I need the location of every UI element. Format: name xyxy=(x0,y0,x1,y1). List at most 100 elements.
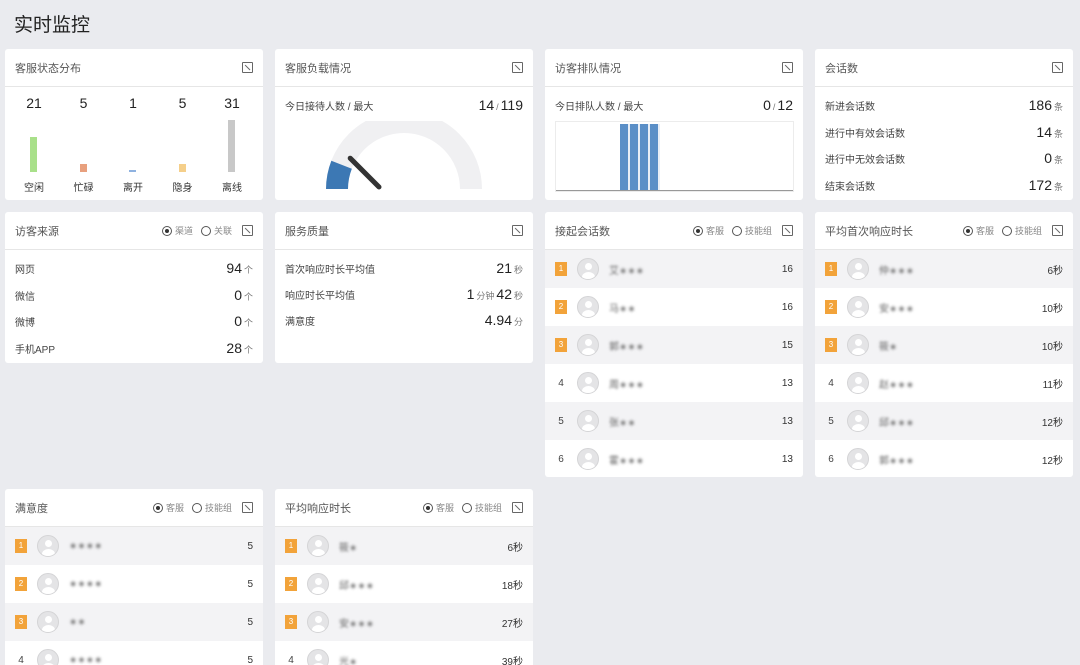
kv-unit: 个 xyxy=(243,344,253,355)
radio-channel[interactable]: 渠道 xyxy=(161,224,193,237)
agent-name: 仲∗∗∗ xyxy=(879,265,915,277)
radio-agent[interactable]: 客服 xyxy=(152,501,184,514)
load-sep: / xyxy=(496,102,499,112)
table-row[interactable]: 1 仲∗∗∗ 6秒 xyxy=(815,250,1073,288)
expand-icon[interactable] xyxy=(512,62,523,73)
avatar xyxy=(847,258,869,280)
radio-agent[interactable]: 客服 xyxy=(422,501,454,514)
table-row[interactable]: 4 周∗∗∗ 13 xyxy=(545,364,803,402)
table-row[interactable]: 5 张∗∗ 13 xyxy=(545,402,803,440)
queue-bar xyxy=(620,124,660,191)
agent-name: 邱∗∗∗ xyxy=(339,580,375,592)
table-row[interactable]: 2 邱∗∗∗ 18秒 xyxy=(275,565,533,603)
avatar xyxy=(847,448,869,470)
radio-skill-group[interactable]: 技能组 xyxy=(461,501,502,514)
status-label: 忙碌 xyxy=(73,183,94,194)
rank-value: 5 xyxy=(247,654,253,665)
card-title: 平均响应时长 xyxy=(285,502,351,515)
agent-name: 周∗∗∗ xyxy=(609,379,645,391)
table-row[interactable]: 3 安∗∗∗ 27秒 xyxy=(275,603,533,641)
service-quality-card: 服务质量 首次响应时长平均值 21 秒 响应时长平均值 1 分钟 42 秒 满意… xyxy=(275,212,533,363)
kv-value: 172 xyxy=(1028,176,1052,193)
queue-max: 12 xyxy=(777,97,793,113)
rank-value: 13 xyxy=(781,453,793,465)
status-label: 离开 xyxy=(123,183,143,194)
kv-value: 28 xyxy=(226,339,242,356)
card-title: 平均首次响应时长 xyxy=(825,225,913,238)
status-bar xyxy=(178,163,186,172)
radio-skill-group[interactable]: 技能组 xyxy=(1001,224,1042,237)
rank-value: 12秒 xyxy=(1041,417,1063,429)
table-row[interactable]: 1 艾∗∗∗ 16 xyxy=(545,250,803,288)
agent-name: ∗∗ xyxy=(69,616,86,628)
gauge-needle xyxy=(347,155,382,190)
avatar xyxy=(847,410,869,432)
status-bar xyxy=(30,136,37,172)
rank-value: 5 xyxy=(247,578,253,590)
gauge-fill xyxy=(326,160,353,190)
load-current: 14 xyxy=(478,97,495,113)
expand-icon[interactable] xyxy=(1052,62,1063,73)
rank-badge: 3 xyxy=(285,615,297,629)
satisfaction-card: 满意度 客服 技能组 1 ∗∗∗∗ 5 2 ∗∗∗∗ 5 3 ∗∗ 5 4 ∗∗∗∗ 5 xyxy=(5,489,263,665)
table-row[interactable]: 2 马∗∗ 16 xyxy=(545,288,803,326)
kv-label: 手机APP xyxy=(15,344,56,356)
radio-skill-group[interactable]: 技能组 xyxy=(731,224,772,237)
table-row[interactable]: 3 郭∗∗∗ 15 xyxy=(545,326,803,364)
accepted-sessions-card: 接起会话数 客服 技能组 1 艾∗∗∗ 16 2 马∗∗ 16 3 郭∗∗∗ 15 4 周∗∗∗ 13… xyxy=(545,212,803,477)
rank-value: 27秒 xyxy=(501,618,523,630)
expand-icon[interactable] xyxy=(782,62,793,73)
radio-agent[interactable]: 客服 xyxy=(692,224,724,237)
expand-icon[interactable] xyxy=(512,502,523,513)
expand-icon[interactable] xyxy=(782,225,793,236)
table-row[interactable]: 5 邱∗∗∗ 12秒 xyxy=(815,402,1073,440)
rank-value: 6秒 xyxy=(1047,265,1063,277)
agent-name: 霍∗∗∗ xyxy=(609,455,645,467)
expand-icon[interactable] xyxy=(512,225,523,236)
table-row[interactable]: 4 光∗ 39秒 xyxy=(275,641,533,665)
kv-row: 进行中有效会话数 14 条 xyxy=(825,124,1063,144)
rank-badge: 2 xyxy=(825,300,837,314)
table-row[interactable]: 2 安∗∗∗ 10秒 xyxy=(815,288,1073,326)
table-row[interactable]: 4 赵∗∗∗ 11秒 xyxy=(815,364,1073,402)
expand-icon[interactable] xyxy=(242,225,253,236)
rank-value: 12秒 xyxy=(1041,455,1063,467)
card-title: 接起会话数 xyxy=(555,225,610,238)
radio-agent[interactable]: 客服 xyxy=(962,224,994,237)
load-label: 今日接待人数 / 最大 xyxy=(285,102,374,113)
quality-label: 响应时长平均值 xyxy=(285,291,355,302)
rank-value: 6秒 xyxy=(507,542,523,554)
rank-value: 13 xyxy=(781,377,793,389)
agent-name: 筱∗ xyxy=(339,542,358,554)
table-row[interactable]: 1 ∗∗∗∗ 5 xyxy=(5,527,263,565)
rank-value: 18秒 xyxy=(501,580,523,592)
table-row[interactable]: 1 筱∗ 6秒 xyxy=(275,527,533,565)
rank-badge: 1 xyxy=(825,262,837,276)
rank-badge: 2 xyxy=(555,300,567,314)
table-row[interactable]: 3 筱∗ 10秒 xyxy=(815,326,1073,364)
table-row[interactable]: 6 郭∗∗∗ 12秒 xyxy=(815,440,1073,477)
radio-association[interactable]: 关联 xyxy=(200,224,232,237)
table-row[interactable]: 6 霍∗∗∗ 13 xyxy=(545,440,803,477)
agent-name: 艾∗∗∗ xyxy=(609,265,645,277)
expand-icon[interactable] xyxy=(1052,225,1063,236)
card-title: 客服状态分布 xyxy=(15,62,81,75)
agent-name: 赵∗∗∗ xyxy=(879,379,915,391)
rank-value: 5 xyxy=(247,616,253,628)
status-chart: 21 空闲 5 忙碌 1 离开 5 隐身 31 离线 xyxy=(14,87,263,199)
status-value: 1 xyxy=(129,95,137,111)
queue-current: 0 xyxy=(763,97,771,113)
expand-icon[interactable] xyxy=(242,502,253,513)
avatar xyxy=(37,611,59,633)
expand-icon[interactable] xyxy=(242,62,253,73)
rank-badge: 2 xyxy=(285,577,297,591)
kv-unit: 个 xyxy=(243,265,253,275)
table-row[interactable]: 3 ∗∗ 5 xyxy=(5,603,263,641)
agent-name: 安∗∗∗ xyxy=(339,618,375,630)
status-column: 5 忙碌 xyxy=(64,87,104,199)
radio-skill-group[interactable]: 技能组 xyxy=(191,501,232,514)
table-row[interactable]: 4 ∗∗∗∗ 5 xyxy=(5,641,263,665)
avatar xyxy=(37,649,59,665)
avatar xyxy=(577,410,599,432)
table-row[interactable]: 2 ∗∗∗∗ 5 xyxy=(5,565,263,603)
